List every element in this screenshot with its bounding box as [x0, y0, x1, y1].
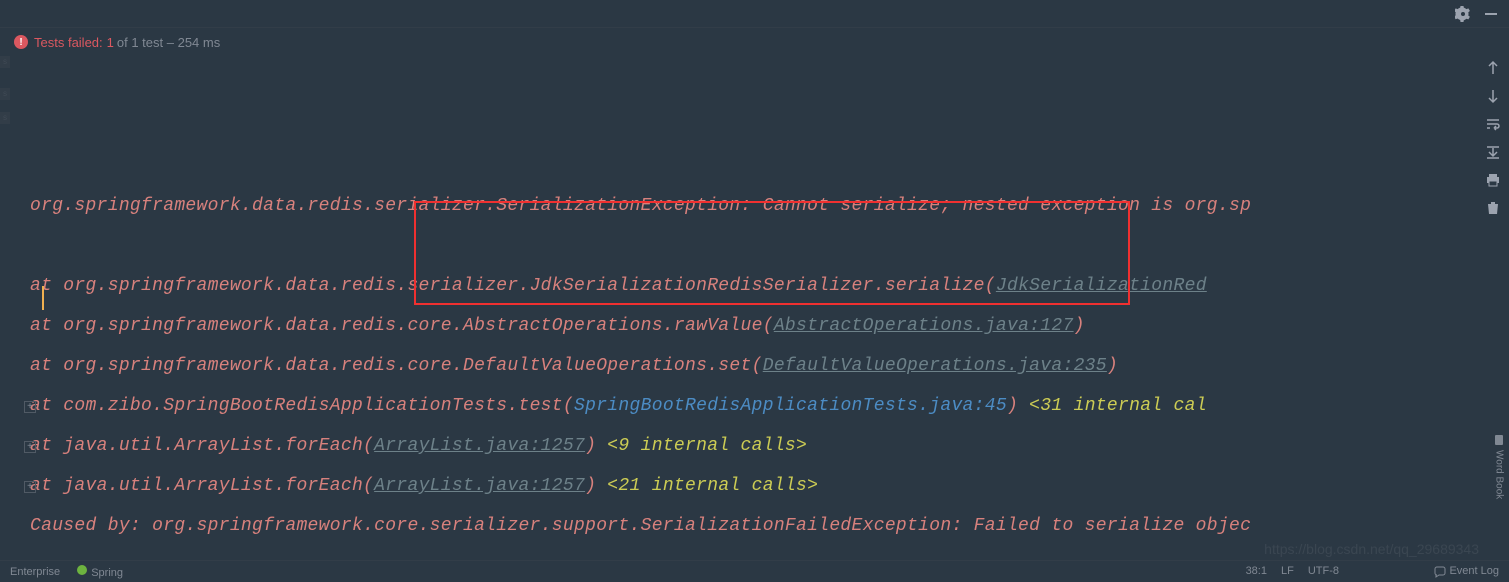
source-link[interactable]: DefaultValueOperations.java:235 — [763, 356, 1107, 376]
test-status-bar: ! Tests failed: 1 of 1 test – 254 ms — [0, 28, 1509, 56]
arrow-down-icon[interactable] — [1485, 88, 1501, 104]
source-link[interactable]: ArrayList.java:1257 — [374, 436, 585, 456]
print-icon[interactable] — [1485, 172, 1501, 188]
source-link[interactable]: ArrayList.java:1257 — [374, 476, 585, 496]
line-separator[interactable]: LF — [1281, 565, 1294, 577]
event-log-button[interactable]: Event Log — [1434, 565, 1499, 577]
source-link[interactable]: JdkSerializationRed — [996, 276, 1207, 296]
enterprise-label[interactable]: Enterprise — [10, 566, 60, 578]
trash-icon[interactable] — [1485, 200, 1501, 216]
gutter-marker[interactable]: s — [0, 112, 10, 124]
expand-fold-icon[interactable]: + — [24, 441, 36, 453]
test-of-text: of 1 test – 254 ms — [117, 35, 220, 50]
arrow-up-icon[interactable] — [1485, 60, 1501, 76]
soft-wrap-icon[interactable] — [1485, 116, 1501, 132]
exception-line: org.springframework.data.redis.serialize… — [30, 186, 1457, 226]
error-icon: ! — [14, 35, 28, 49]
spring-tab[interactable]: Spring — [76, 564, 123, 579]
stack-line: at com.zibo.SpringBootRedisApplicationTe… — [30, 386, 1457, 426]
minimize-icon[interactable] — [1483, 6, 1499, 22]
cursor-position[interactable]: 38:1 — [1246, 565, 1267, 577]
source-link[interactable]: AbstractOperations.java:127 — [774, 316, 1074, 336]
bubble-icon — [1434, 566, 1446, 578]
scroll-to-end-icon[interactable] — [1485, 144, 1501, 160]
test-failed-count: 1 — [107, 35, 114, 50]
console-right-toolbar — [1481, 60, 1505, 216]
stack-line: at org.springframework.data.redis.core.D… — [30, 346, 1457, 386]
left-gutter: s s s — [0, 56, 12, 552]
word-book-tab[interactable]: Word Book — [1491, 430, 1507, 503]
console-output: org.springframework.data.redis.serialize… — [12, 56, 1477, 552]
gear-icon[interactable] — [1455, 6, 1471, 22]
book-icon — [1493, 434, 1505, 446]
expand-fold-icon[interactable]: + — [24, 481, 36, 493]
stack-line: at java.util.ArrayList.forEach(ArrayList… — [30, 466, 1457, 506]
text-caret — [42, 286, 44, 310]
gutter-marker[interactable]: s — [0, 56, 10, 68]
spring-icon — [76, 564, 88, 576]
expand-fold-icon[interactable]: + — [24, 401, 36, 413]
file-encoding[interactable]: UTF-8 — [1308, 565, 1339, 577]
editor-status-widgets: 38:1 LF UTF-8 — [1246, 560, 1339, 582]
gutter-marker[interactable]: s — [0, 88, 10, 100]
stack-line: at org.springframework.data.redis.serial… — [30, 266, 1457, 306]
top-bar — [0, 0, 1509, 28]
caused-by-line: Caused by: org.springframework.core.seri… — [30, 506, 1457, 546]
stack-line: at java.util.ArrayList.forEach(ArrayList… — [30, 426, 1457, 466]
stack-line: at org.springframework.data.redis.core.A… — [30, 306, 1457, 346]
test-failed-label: Tests failed: — [34, 35, 103, 50]
source-link[interactable]: SpringBootRedisApplicationTests.java:45 — [574, 396, 1007, 416]
watermark: https://blog.csdn.net/qq_29689343 — [1264, 541, 1479, 557]
